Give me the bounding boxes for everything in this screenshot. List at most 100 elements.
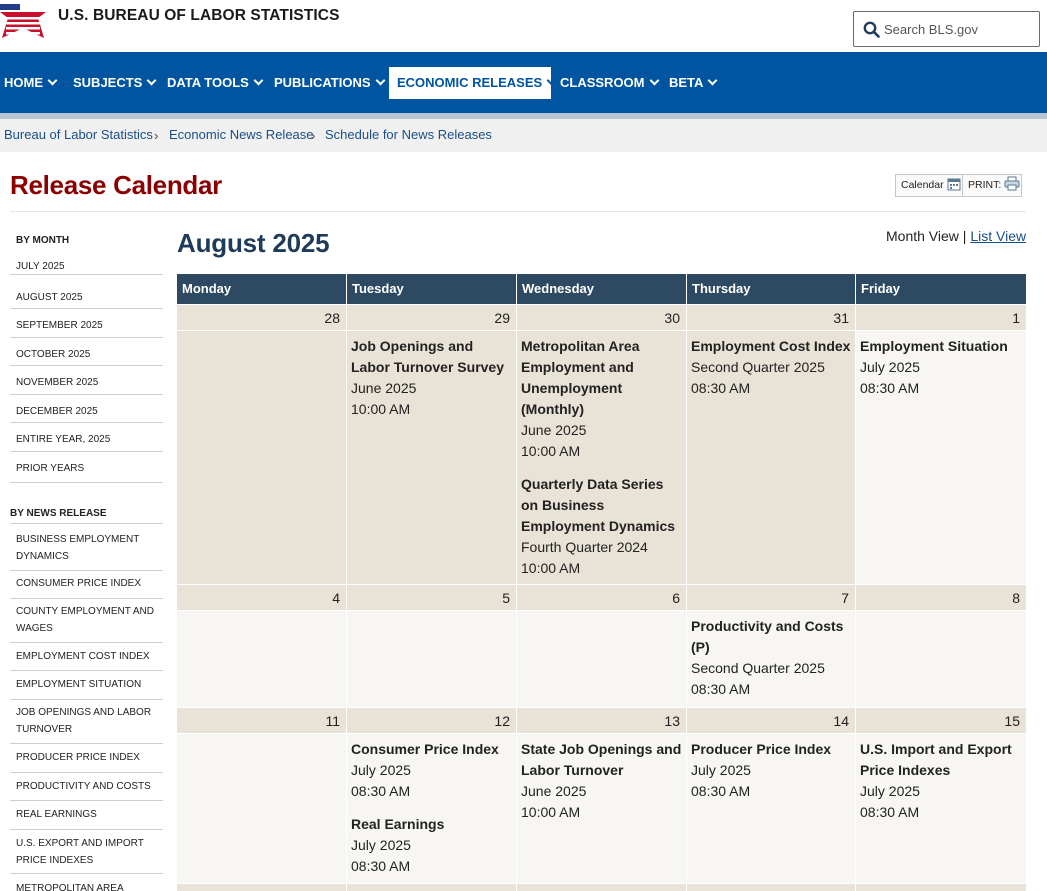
breadcrumb: Bureau of Labor Statistics › Economic Ne… [0,119,1047,152]
release-name[interactable]: State Job Openings and Labor Turnover [521,739,682,781]
sidebar-item-employment-cost-index[interactable]: EMPLOYMENT COST INDEX [10,643,163,671]
release-event: Employment Situation July 2025 08:30 AM [860,336,1022,399]
site-header: U.S. BUREAU OF LABOR STATISTICS [0,0,1047,52]
day-number [856,883,1026,891]
nav-subjects[interactable]: SUBJECTS [69,67,159,99]
calendar-day-cell: Employment Situation July 2025 08:30 AM [856,330,1026,584]
nav-classroom-label: CLASSROOM [560,75,645,90]
breadcrumb-schedule[interactable]: Schedule for News Releases [325,127,492,142]
release-name[interactable]: Employment Cost Index [691,336,851,357]
sidebar-item-employment-situation[interactable]: EMPLOYMENT SITUATION [10,671,163,700]
release-name[interactable]: Productivity and Costs (P) [691,616,851,658]
sidebar-item-october-2025[interactable]: OCTOBER 2025 [10,346,163,366]
release-name[interactable]: Producer Price Index [691,739,851,760]
release-name[interactable]: U.S. Import and Export Price Indexes [860,739,1022,781]
sidebar-item-metropolitan-area[interactable]: METROPOLITAN AREA [10,874,163,891]
sidebar-item-december-2025[interactable]: DECEMBER 2025 [10,403,163,423]
release-name[interactable]: Real Earnings [351,814,512,835]
weekday-monday: Monday [177,274,347,304]
day-number [177,883,347,891]
day-number: 13 [517,707,687,733]
sidebar-item-august-2025[interactable]: AUGUST 2025 [10,289,163,309]
nav-classroom[interactable]: CLASSROOM [556,67,662,99]
release-event: U.S. Import and Export Price Indexes July… [860,739,1022,823]
sidebar-item-business-employment-dynamics[interactable]: BUSINESS EMPLOYMENT DYNAMICS [10,523,163,571]
sidebar-item-label: PRIOR YEARS [16,463,85,474]
sidebar-item-productivity-and-costs[interactable]: PRODUCTIVITY AND COSTS [10,773,163,801]
weekday-friday: Friday [861,281,901,296]
nav-beta[interactable]: BETA [665,67,720,99]
release-name[interactable]: Job Openings and Labor Turnover Survey [351,336,512,378]
day-number: 11 [177,707,347,733]
release-time: 10:00 AM [521,560,581,576]
release-time: 10:00 AM [351,401,411,417]
chevron-down-icon [253,75,264,86]
release-event: Consumer Price Index July 2025 08:30 AM [351,739,512,802]
sidebar-item-producer-price-index[interactable]: PRODUCER PRICE INDEX [10,744,163,773]
release-name[interactable]: Consumer Price Index [351,739,512,760]
breadcrumb-separator-icon: › [311,128,316,143]
sidebar-item-job-openings-and-labor-turnover[interactable]: JOB OPENINGS AND LABOR TURNOVER [10,700,163,744]
sidebar-item-label: DECEMBER 2025 [16,406,98,417]
nav-publications[interactable]: PUBLICATIONS [270,67,388,99]
nav-data-tools[interactable]: DATA TOOLS [163,67,266,99]
sidebar-item-label: AUGUST 2025 [16,292,83,303]
sidebar-item-county-employment-and-wages[interactable]: COUNTY EMPLOYMENT AND WAGES [10,599,163,643]
chevron-down-icon [47,75,58,86]
bls-star-logo-icon[interactable] [0,4,46,44]
page-tools: Calendar PRINT: [895,174,1022,197]
release-period: July 2025 [860,359,920,375]
sidebar-heading-by-news-release: BY NEWS RELEASE [10,508,107,519]
release-name[interactable]: Metropolitan Area Employment and Unemplo… [521,336,682,420]
sidebar-item-consumer-price-index[interactable]: CONSUMER PRICE INDEX [10,571,163,599]
release-name[interactable]: Quarterly Data Series on Business Employ… [521,474,682,537]
nav-subjects-label: SUBJECTS [73,75,143,90]
nav-economic-releases-label: ECONOMIC RELEASES [397,75,543,90]
nav-data-tools-label: DATA TOOLS [167,75,249,90]
list-view-link[interactable]: List View [970,228,1026,244]
sidebar-item-us-export-and-import-price-indexes[interactable]: U.S. EXPORT AND IMPORT PRICE INDEXES [10,830,163,874]
release-period: June 2025 [351,380,417,396]
breadcrumb-economic-news-release[interactable]: Economic News Release [169,127,314,142]
release-event: Metropolitan Area Employment and Unemplo… [521,336,682,462]
sidebar-item-real-earnings[interactable]: REAL EARNINGS [10,801,163,830]
release-period: Second Quarter 2025 [691,660,825,676]
page-title: Release Calendar [10,170,222,200]
release-time: 08:30 AM [860,380,920,396]
day-number: 28 [177,304,347,330]
release-period: July 2025 [860,783,920,799]
sidebar-item-july-2025[interactable]: JULY 2025 [10,246,163,275]
tools-divider [962,175,963,196]
sidebar-item-label: OCTOBER 2025 [16,349,91,360]
breadcrumb-bls[interactable]: Bureau of Labor Statistics [4,127,153,142]
release-time: 08:30 AM [860,804,920,820]
search-input[interactable] [884,20,1034,38]
sidebar-item-label: JULY 2025 [16,261,65,272]
sidebar-item-label: PRODUCTIVITY AND COSTS [16,781,151,792]
sidebar-item-entire-year-2025[interactable]: ENTIRE YEAR, 2025 [10,431,163,452]
day-number: 31 [687,304,856,330]
release-time: 10:00 AM [521,804,581,820]
day-number: 6 [517,584,687,610]
sidebar-item-label: EMPLOYMENT SITUATION [16,679,142,690]
nav-economic-releases[interactable]: ECONOMIC RELEASES [389,67,557,99]
release-name[interactable]: Employment Situation [860,336,1022,357]
sidebar-item-september-2025[interactable]: SEPTEMBER 2025 [10,317,163,338]
search-box[interactable] [853,11,1040,47]
sidebar-item-prior-years[interactable]: PRIOR YEARS [10,460,163,483]
day-number: 8 [856,584,1026,610]
month-view-label: Month View [886,228,959,244]
nav-home[interactable]: HOME [0,67,60,99]
site-title[interactable]: U.S. BUREAU OF LABOR STATISTICS [58,7,340,25]
print-button[interactable]: PRINT: [968,175,1020,196]
chevron-down-icon [375,75,385,86]
sidebar-item-november-2025[interactable]: NOVEMBER 2025 [10,374,163,395]
search-icon[interactable] [863,21,880,38]
calendar-export-button[interactable]: Calendar [901,175,961,196]
calendar-day-cell: Producer Price Index July 2025 08:30 AM [687,733,856,883]
sidebar-item-label: METROPOLITAN AREA [16,883,124,891]
day-number: 7 [687,584,856,610]
day-number: 29 [347,304,517,330]
calendar-day-cell [856,610,1026,707]
print-label: PRINT: [968,179,1002,191]
